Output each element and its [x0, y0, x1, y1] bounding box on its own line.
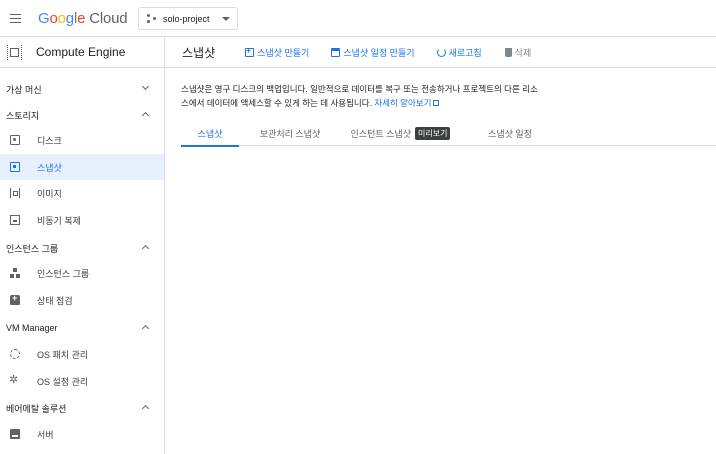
tab-label: 인스턴트 스냅샷 — [350, 129, 411, 139]
sidebar-item-os-patch[interactable]: OS 패치 관리 — [0, 341, 164, 367]
page-description: 스냅샷은 영구 디스크의 백업입니다. 일반적으로 데이터를 복구 또는 전송하… — [181, 83, 541, 110]
image-icon — [10, 188, 20, 198]
add-box-icon — [245, 46, 255, 57]
page-header: 스냅샷 스냅샷 만들기 스냅샷 일정 만들기 새로고침 삭제 — [165, 37, 716, 68]
tab-instant-snapshots[interactable]: 인스턴트 스냅샷 미리보기 — [343, 121, 458, 146]
calendar-icon — [331, 47, 341, 57]
preview-badge: 미리보기 — [415, 127, 451, 140]
project-selector[interactable]: solo-project — [138, 7, 238, 30]
product-header: Compute Engine — [0, 37, 164, 68]
delete-button[interactable]: 삭제 — [504, 46, 532, 59]
learn-more-link[interactable]: 자세히 알아보기 — [374, 97, 440, 108]
server-icon — [10, 429, 20, 439]
section-label: 베어메탈 솔루션 — [6, 403, 67, 414]
sidebar-item-snapshots[interactable]: 스냅샷 — [0, 154, 164, 180]
create-snapshot-schedule-button[interactable]: 스냅샷 일정 만들기 — [331, 46, 415, 59]
chevron-up-icon — [141, 244, 150, 253]
tab-archived-snapshots[interactable]: 보관처리 스냅샷 — [248, 121, 332, 146]
refresh-button[interactable]: 새로고침 — [436, 46, 482, 59]
project-name: solo-project — [163, 13, 210, 24]
open-in-new-icon — [433, 99, 440, 106]
sidebar-item-label: 비동기 복제 — [37, 215, 81, 226]
chevron-up-icon — [141, 111, 150, 120]
section-storage[interactable]: 스토리지 — [0, 102, 164, 128]
chevron-down-icon — [141, 82, 150, 91]
tab-snapshots[interactable]: 스냅샷 — [181, 121, 239, 147]
sidebar-item-label: OS 설정 관리 — [37, 376, 89, 387]
sidebar-item-os-config[interactable]: OS 설정 관리 — [0, 368, 164, 394]
create-snapshot-label: 스냅샷 만들기 — [257, 47, 310, 58]
section-bare-metal[interactable]: 베어메탈 솔루션 — [0, 395, 164, 421]
refresh-icon — [436, 47, 446, 57]
tab-label: 스냅샷 일정 — [488, 129, 532, 139]
sidebar-item-label: 이미지 — [37, 188, 62, 199]
sidebar-item-label: 스냅샷 — [37, 162, 62, 173]
snapshot-icon — [10, 162, 20, 172]
section-instance-groups[interactable]: 인스턴스 그룹 — [0, 235, 164, 261]
async-replication-icon — [10, 215, 20, 225]
create-schedule-label: 스냅샷 일정 만들기 — [343, 47, 415, 58]
chevron-up-icon — [141, 324, 150, 333]
delete-label: 삭제 — [514, 47, 532, 58]
delete-icon — [504, 47, 512, 57]
instance-group-icon — [10, 268, 20, 278]
section-label: 가상 머신 — [6, 84, 42, 95]
top-bar: Google Cloud solo-project — [0, 0, 716, 37]
section-virtual-machines[interactable]: 가상 머신 — [0, 76, 164, 102]
sidebar-item-health-checks[interactable]: 상태 점검 — [0, 287, 164, 313]
tab-label: 보관처리 스냅샷 — [259, 129, 321, 139]
sidebar-item-disks[interactable]: 디스크 — [0, 127, 164, 153]
product-title: Compute Engine — [36, 45, 126, 59]
section-vm-manager[interactable]: VM Manager — [0, 315, 164, 341]
sidebar-item-label: 서버 — [37, 429, 54, 440]
sidebar-item-instance-groups[interactable]: 인스턴스 그룹 — [0, 260, 164, 286]
project-icon — [147, 13, 157, 24]
section-label: VM Manager — [6, 323, 58, 333]
learn-more-label: 자세히 알아보기 — [374, 97, 432, 108]
health-check-icon — [10, 293, 20, 305]
sidebar-item-label: OS 패치 관리 — [37, 349, 89, 360]
page-title: 스냅샷 — [182, 45, 216, 60]
sidebar-item-servers[interactable]: 서버 — [0, 421, 164, 447]
section-label: 인스턴스 그룹 — [6, 243, 59, 254]
tab-bar: 스냅샷 보관처리 스냅샷 인스턴트 스냅샷 미리보기 스냅샷 일정 — [181, 121, 716, 147]
tab-label: 스냅샷 — [197, 129, 223, 139]
sidebar-item-label: 인스턴스 그룹 — [37, 268, 90, 279]
description-text: 스냅샷은 영구 디스크의 백업입니다. 일반적으로 데이터를 복구 또는 전송하… — [181, 84, 538, 108]
section-label: 스토리지 — [6, 110, 40, 121]
chevron-up-icon — [141, 404, 150, 413]
sidebar-item-async-replication[interactable]: 비동기 복제 — [0, 207, 164, 233]
os-config-icon — [9, 373, 20, 386]
menu-icon[interactable] — [8, 11, 24, 25]
compute-engine-icon — [7, 44, 22, 60]
disk-icon — [10, 135, 20, 145]
google-cloud-logo[interactable]: Google Cloud — [38, 10, 128, 27]
sidebar: Compute Engine 가상 머신 스토리지 디스크 스냅샷 이미지 비동… — [0, 37, 165, 454]
refresh-label: 새로고침 — [448, 47, 482, 58]
create-snapshot-button[interactable]: 스냅샷 만들기 — [245, 46, 309, 59]
logo-cloud-text: Cloud — [89, 10, 128, 27]
os-patch-icon — [10, 349, 20, 359]
sidebar-item-label: 상태 점검 — [37, 295, 73, 306]
caret-down-icon — [222, 17, 230, 21]
sidebar-item-label: 디스크 — [37, 135, 62, 146]
tab-snapshot-schedules[interactable]: 스냅샷 일정 — [475, 121, 545, 146]
sidebar-item-images[interactable]: 이미지 — [0, 180, 164, 206]
